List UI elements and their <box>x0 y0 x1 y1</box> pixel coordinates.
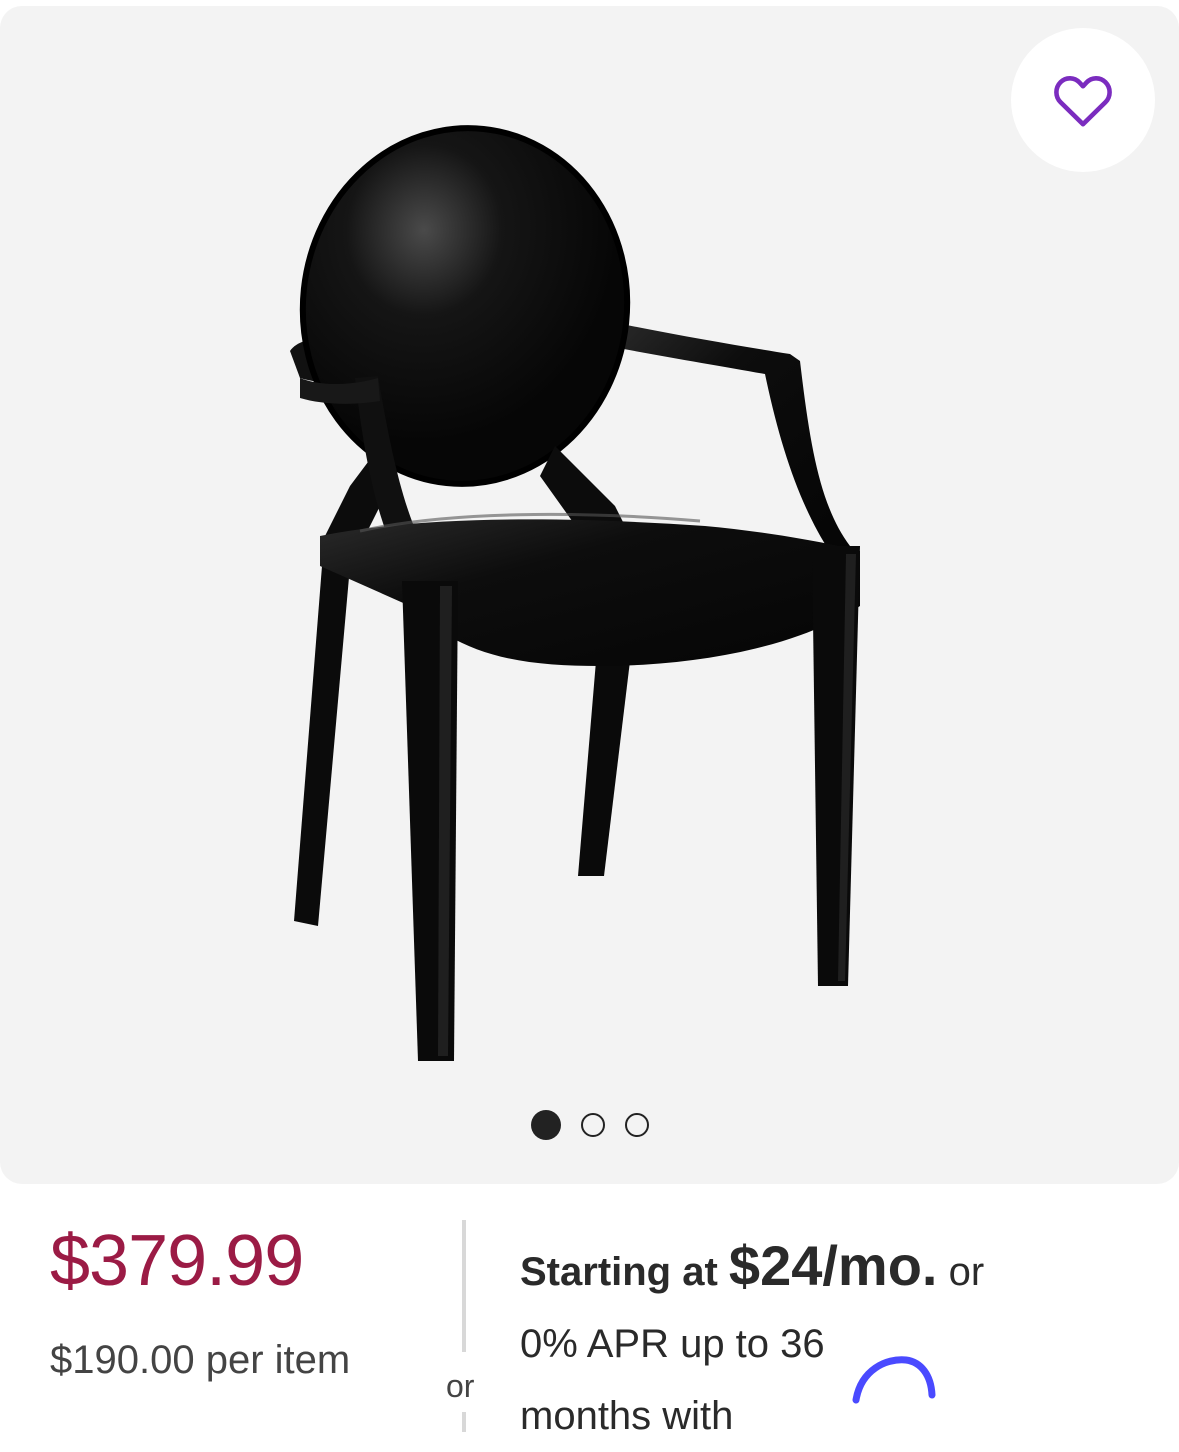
financing-or: or <box>948 1250 985 1294</box>
divider-label: or <box>446 1368 475 1404</box>
financing-lead: Starting at <box>520 1250 718 1294</box>
affirm-logo-icon <box>852 1356 936 1404</box>
carousel-dot-1[interactable] <box>530 1110 561 1140</box>
financing-term: months with <box>520 1394 734 1438</box>
product-image-gallery[interactable] <box>0 6 1179 1184</box>
favorite-button[interactable] <box>1011 28 1155 172</box>
unit-price: $190.00 per item <box>50 1338 351 1382</box>
financing-apr: 0% APR up to 36 <box>520 1322 825 1366</box>
product-price: $379.99 <box>50 1221 304 1301</box>
carousel-dot-3[interactable] <box>624 1113 649 1137</box>
price-section: $379.99 $190.00 per item or Starting at … <box>0 1190 1179 1438</box>
financing-amount: $24/mo. <box>728 1234 938 1297</box>
heart-outline-icon <box>1054 76 1112 127</box>
carousel-dot-2[interactable] <box>580 1113 605 1137</box>
product-image[interactable] <box>0 6 1179 1184</box>
divider <box>462 1220 466 1352</box>
carousel-indicator <box>0 1110 1179 1140</box>
divider <box>462 1412 466 1432</box>
